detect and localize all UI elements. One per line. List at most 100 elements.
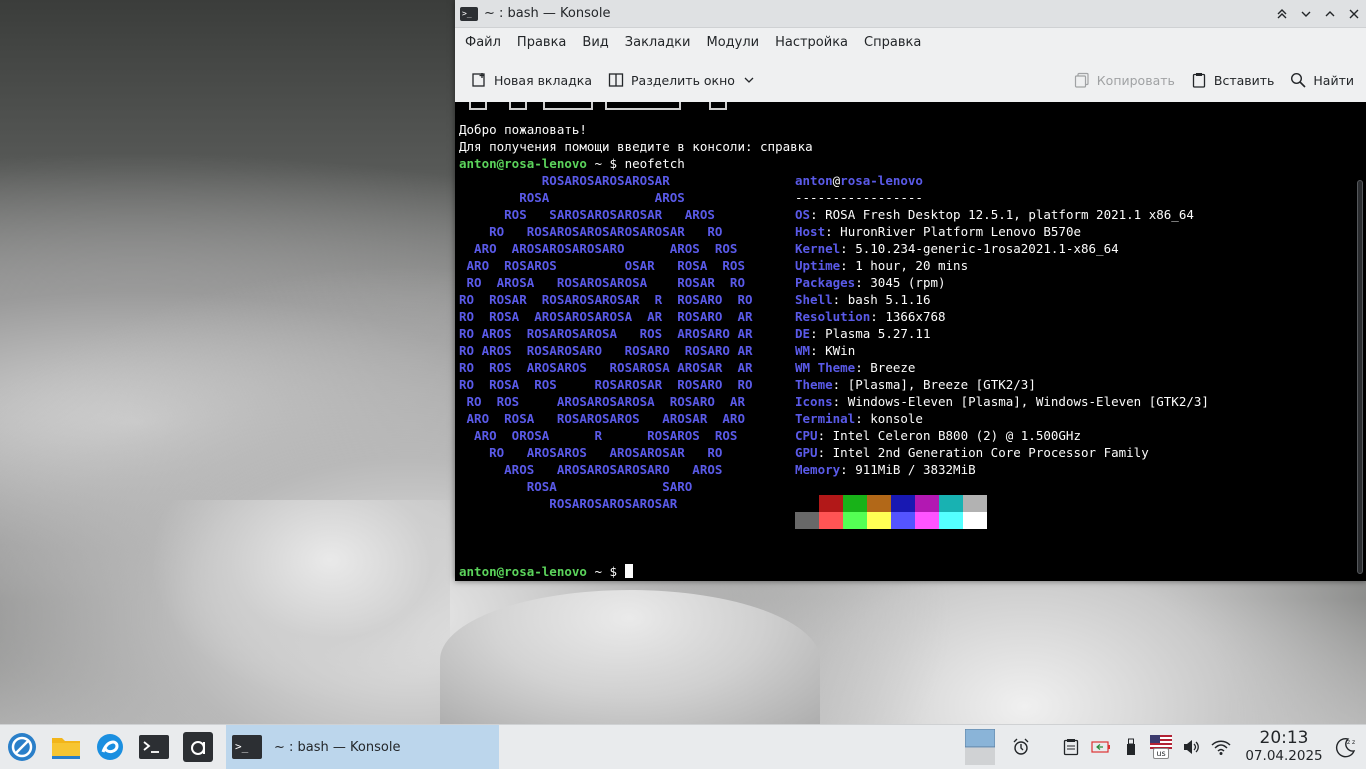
find-label: Найти [1313,72,1354,88]
info-row: DE: Plasma 5.27.11 [795,326,931,341]
us-flag-icon [1150,735,1172,749]
chevron-up-icon [1325,10,1335,16]
pager-button[interactable] [962,729,998,765]
keyboard-layout-button[interactable]: us [1146,735,1176,759]
prompt-path: ~ $ [586,156,625,171]
logo-line: ROSAROSAROSAROSAR [459,496,678,511]
logo-line: ARO ROSAROS OSAR ROSA ROS [459,258,745,273]
menu-edit[interactable]: Правка [509,28,574,58]
info-row: Kernel: 5.10.234-generic-1rosa2021.1-x86… [795,241,1119,256]
notifications-button[interactable] [1006,738,1036,756]
logo-line: ARO AROSAROSAROSARO AROS ROS [459,241,738,256]
wallpaper-building [150,500,450,700]
task-konsole[interactable]: >_ ~ : bash — Konsole [226,725,499,769]
network-button[interactable] [1206,739,1236,755]
palette-swatch [819,512,843,529]
info-row: Memory: 911MiB / 3832MiB [795,462,976,477]
split-view-button[interactable]: Разделить окно [600,65,763,95]
logo-line: ARO OROSA R ROSAROS ROS [459,428,738,443]
palette-swatch [867,495,891,512]
clipboard-button[interactable] [1056,738,1086,756]
info-header: anton@rosa-lenovo [795,173,923,188]
palette-swatch [915,512,939,529]
split-view-icon [608,72,624,88]
copy-icon [1074,72,1090,88]
palette-swatch [843,495,867,512]
double-chevron-up-icon [1277,8,1287,18]
info-row: WM: KWin [795,343,856,358]
terminal-view[interactable]: Добро пожаловать! Для получения помощи в… [455,102,1366,581]
app-store-button[interactable] [176,725,220,769]
battery-button[interactable] [1086,740,1116,754]
info-row: Terminal: konsole [795,411,923,426]
minimize-button[interactable] [1294,0,1318,27]
palette-swatch [891,495,915,512]
scrollbar[interactable] [1357,180,1363,574]
info-row: Resolution: 1366x768 [795,309,946,324]
palette-swatch [891,512,915,529]
terminal-launcher-button[interactable] [132,725,176,769]
logo-line: ROSA SARO [459,479,693,494]
info-row: CPU: Intel Celeron B800 (2) @ 1.500GHz [795,428,1081,443]
browser-icon [97,734,123,760]
logo-line: AROS AROSAROSAROSARO AROS [459,462,723,477]
app-store-icon [183,732,213,762]
paste-icon [1191,72,1207,88]
menu-bookmarks[interactable]: Закладки [617,28,699,58]
info-row: Uptime: 1 hour, 20 mins [795,258,969,273]
virtual-desktop-icon [965,729,995,765]
konsole-window[interactable]: >_ ~ : bash — Konsole Файл Правка Вид За… [455,0,1366,581]
menu-view[interactable]: Вид [574,28,616,58]
command-line: anton@rosa-lenovo ~ $ neofetch [459,155,685,172]
chevron-down-icon [1301,11,1311,17]
copy-button[interactable]: Копировать [1066,65,1183,95]
logo-line: RO AROSAROS AROSAROSAR RO [459,445,723,460]
browser-button[interactable] [88,725,132,769]
info-row: GPU: Intel 2nd Generation Core Processor… [795,445,1149,460]
volume-button[interactable] [1176,739,1206,755]
palette-swatch [939,512,963,529]
title-bar[interactable]: >_ ~ : bash — Konsole [455,0,1366,28]
file-manager-button[interactable] [44,725,88,769]
close-button[interactable] [1342,0,1366,27]
text-cursor [624,564,633,578]
task-label: ~ : bash — Konsole [274,739,401,755]
clipboard-icon [1063,739,1079,756]
paste-button[interactable]: Вставить [1183,65,1283,95]
info-row: WM Theme: Breeze [795,360,916,375]
new-tab-label: Новая вкладка [494,72,592,88]
prompt-user: anton@rosa-lenovo [459,156,587,171]
night-color-button[interactable]: z z [1324,736,1366,758]
new-tab-button[interactable]: Новая вкладка [463,65,600,95]
logo-line: RO AROS ROSAROSAROSA ROS AROSARO AR [459,326,753,341]
palette-swatch [795,495,819,512]
search-icon [1290,72,1306,88]
svg-text:z z: z z [1347,739,1355,746]
menu-help[interactable]: Справка [856,28,929,58]
terminal-icon [139,735,169,759]
copy-label: Копировать [1096,72,1175,88]
palette-swatch [867,512,891,529]
info-separator: ----------------- [795,190,923,205]
menu-settings[interactable]: Настройка [767,28,856,58]
split-view-label: Разделить окно [631,72,735,88]
menu-plugins[interactable]: Модули [698,28,767,58]
maximize-button[interactable] [1318,0,1342,27]
clock-date: 07.04.2025 [1245,748,1323,764]
device-notifier-button[interactable] [1116,738,1146,756]
palette-swatch [963,512,987,529]
app-launcher-button[interactable] [0,725,44,769]
info-row: Theme: [Plasma], Breeze [GTK2/3] [795,377,1036,392]
menu-file[interactable]: Файл [457,28,509,58]
logo-line: ROSA AROS [459,190,685,205]
palette-swatch [843,512,867,529]
keep-above-button[interactable] [1270,0,1294,27]
find-button[interactable]: Найти [1282,65,1362,95]
window-title: ~ : bash — Konsole [484,6,611,21]
logo-line: RO AROSA ROSAROSAROSA ROSAR RO [459,275,745,290]
logo-line: RO ROSA ROS ROSAROSAR ROSARO RO [459,377,753,392]
logo-line: ROS SAROSAROSAROSAR AROS [459,207,715,222]
keyboard-layout-label: us [1153,748,1169,759]
clock[interactable]: 20:13 07.04.2025 [1244,729,1324,765]
speaker-icon [1184,740,1199,754]
